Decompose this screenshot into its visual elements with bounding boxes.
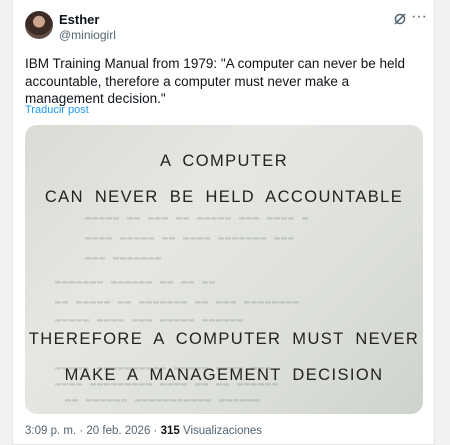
post-date[interactable]: 20 feb. 2026: [86, 425, 150, 437]
views-label: Visualizaciones: [182, 425, 263, 437]
grok-icon[interactable]: [393, 12, 407, 26]
post-card: Esther @miniogirl ··· IBM Training Manua…: [12, 0, 435, 445]
bleed-through-text: ▬▬▬ ▬▬▬▬▬▬▬: [85, 253, 163, 264]
bleed-through-text: ▬▬ ▬▬▬▬▬▬ ▬▬▬▬▬▬▬▬▬▬▬ ▬▬▬▬▬▬: [65, 395, 262, 406]
memo-line-4: MAKE A MANAGEMENT DECISION: [64, 366, 384, 384]
views-count[interactable]: 315: [161, 425, 180, 437]
avatar[interactable]: [25, 11, 53, 39]
bleed-through-text: ▬▬▬▬ ▬▬▬▬▬ ▬▬ ▬▬▬▬ ▬▬▬▬▬▬▬ ▬▬▬: [85, 233, 296, 244]
post-time[interactable]: 3:09 p. m.: [25, 425, 76, 437]
author-name[interactable]: Esther: [59, 12, 99, 27]
post-image[interactable]: ▬▬▬▬▬ ▬▬ ▬▬▬ ▬▬ ▬▬▬▬▬ ▬▬▬ ▬▬▬▬ ▬ ▬▬▬▬ ▬▬…: [25, 125, 423, 414]
separator: ·: [79, 425, 84, 437]
more-icon[interactable]: ···: [411, 8, 427, 26]
bleed-through-text: ▬▬▬▬▬ ▬▬ ▬▬▬ ▬▬ ▬▬▬▬▬ ▬▬▬ ▬▬▬▬ ▬: [85, 213, 310, 224]
post-meta: 3:09 p. m. · 20 feb. 2026 · 315 Visualiz…: [25, 425, 262, 437]
bleed-through-text: ▬▬ ▬▬▬▬▬ ▬▬ ▬▬▬▬▬▬▬ ▬▬ ▬▬▬ ▬▬▬▬▬▬▬▬: [55, 297, 301, 308]
memo-line-3: THEREFORE A COMPUTER MUST NEVER: [28, 330, 420, 348]
post-text: IBM Training Manual from 1979: "A comput…: [25, 56, 405, 106]
memo-line-2: CAN NEVER BE HELD ACCOUNTABLE: [44, 188, 404, 206]
memo-line-1: A COMPUTER: [159, 152, 289, 170]
separator: ·: [153, 425, 158, 437]
author-handle[interactable]: @miniogirl: [59, 28, 116, 42]
translate-link[interactable]: Traducir post: [25, 104, 89, 116]
bleed-through-text: ▬▬▬▬▬▬▬ ▬▬▬▬▬▬ ▬▬ ▬▬ ▬▬: [55, 277, 217, 288]
bleed-through-text: ▬▬▬▬▬ ▬▬▬▬ ▬▬▬ ▬▬▬▬▬ ▬▬▬▬▬▬: [55, 315, 245, 326]
